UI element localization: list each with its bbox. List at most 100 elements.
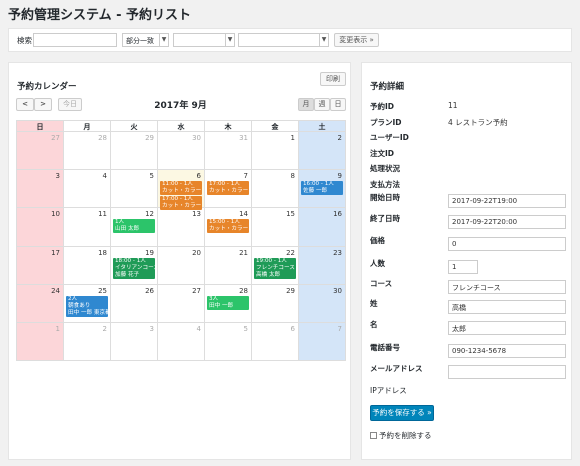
calendar-day[interactable]: 8	[252, 170, 299, 209]
weekday-header-cell: 木	[205, 120, 252, 132]
filter-select-1[interactable]: ▼	[173, 33, 235, 47]
calendar-day[interactable]: 11	[64, 208, 111, 247]
calendar-event[interactable]: 16:00 - 1人 佐藤 一郎	[301, 181, 343, 196]
calendar-day[interactable]: 2	[299, 132, 346, 171]
detail-input[interactable]	[448, 365, 566, 379]
match-select[interactable]: 部分一致 ▼	[122, 33, 169, 47]
day-number: 2	[102, 324, 107, 333]
calendar-day[interactable]: 3	[16, 170, 64, 209]
detail-input[interactable]: 090-1234-5678	[448, 344, 566, 358]
calendar-day[interactable]: 1415:00 - 1人カット・カラー（共）	[205, 208, 252, 247]
change-display-button[interactable]: 変更表示 »	[334, 33, 379, 47]
detail-label: 姓	[370, 299, 378, 308]
day-number: 1	[290, 134, 295, 142]
day-number: 31	[239, 134, 248, 142]
calendar-day[interactable]: 4	[64, 170, 111, 209]
calendar-event[interactable]: 18:00 - 1人 イタリアンコース 加藤 花子	[113, 257, 155, 279]
weekday-header-cell: 日	[16, 120, 64, 132]
calendar-day[interactable]: 12 1人 山田 太郎	[111, 208, 158, 247]
print-button[interactable]: 印刷	[320, 72, 346, 86]
calendar-event[interactable]: 3人 田中 一郎	[207, 295, 249, 310]
delete-checkbox[interactable]	[370, 432, 377, 439]
detail-input[interactable]: フレンチコース	[448, 280, 566, 294]
calendar-day[interactable]: 2	[64, 322, 111, 362]
view-week-button[interactable]: 週	[314, 98, 330, 111]
calendar-day[interactable]: 10	[16, 208, 64, 247]
view-month-button[interactable]: 月	[298, 98, 314, 111]
calendar-event[interactable]: 1人 山田 太郎	[113, 219, 155, 234]
detail-input[interactable]: 太郎	[448, 321, 566, 335]
weekday-header-cell: 火	[111, 120, 158, 132]
calendar-day[interactable]: 20	[158, 246, 205, 285]
calendar-day[interactable]: 17	[16, 246, 64, 285]
detail-input[interactable]: 0	[448, 237, 566, 251]
calendar-event[interactable]: 11:00 - 1人カット・カラー（共）	[160, 181, 202, 196]
day-number: 30	[333, 286, 342, 295]
calendar-day[interactable]: 16	[299, 208, 346, 247]
calendar-day[interactable]: 21	[205, 246, 252, 285]
calendar-day[interactable]: 19 18:00 - 1人 イタリアンコース 加藤 花子	[111, 246, 158, 285]
calendar-event[interactable]: 15:00 - 1人カット・カラー（共）	[207, 219, 249, 234]
calendar-day[interactable]: 13	[158, 208, 205, 247]
calendar-day[interactable]: 29	[252, 284, 299, 323]
event-line: 田中 一郎	[209, 302, 234, 309]
calendar-day[interactable]: 1	[16, 322, 64, 362]
calendar-week: 1 2 3 4 5 6 7	[16, 322, 346, 362]
calendar-day[interactable]: 31	[205, 132, 252, 171]
calendar-day[interactable]: 30	[158, 132, 205, 171]
calendar-day[interactable]: 5	[205, 322, 252, 362]
calendar-panel: 予約カレンダー 印刷 < > 今日 2017年 9月 月 週 日 日月火水木金土…	[8, 62, 351, 460]
event-line: 佐藤 一郎	[303, 188, 328, 195]
calendar-day[interactable]: 3	[111, 322, 158, 362]
calendar-week: 24 25 2人 朝食あり 田中 一郎 東京都 26 27 28 3人 田中 一郎 29 30	[16, 284, 346, 323]
calendar-day[interactable]: 27	[158, 284, 205, 323]
day-number: 13	[192, 210, 201, 219]
calendar-day[interactable]: 22 19:00 - 1人 フレンチコース 高橋 太郎	[252, 246, 299, 285]
event-line: 2人	[68, 295, 78, 302]
calendar-day[interactable]: 611:00 - 1人カット・カラー（共）17:00 - 1人カット・カラー・パ	[158, 170, 205, 211]
calendar-day[interactable]: 18	[64, 246, 111, 285]
calendar-day[interactable]: 23	[299, 246, 346, 285]
detail-input[interactable]: 2017-09-22T19:00	[448, 194, 566, 208]
search-input[interactable]	[33, 33, 117, 47]
detail-input[interactable]: 1	[448, 260, 478, 274]
chevron-down-icon: ▼	[319, 34, 328, 46]
calendar-day[interactable]: 4	[158, 322, 205, 362]
calendar-week: 17 18 19 18:00 - 1人 イタリアンコース 加藤 花子 20 21 22 19:00…	[16, 246, 346, 285]
calendar-day[interactable]: 28 3人 田中 一郎	[205, 284, 252, 323]
detail-label: 終了日時	[370, 214, 400, 223]
calendar-event[interactable]: 2人 朝食あり 田中 一郎 東京都	[66, 295, 108, 317]
event-line: 19:00 - 1人	[256, 257, 287, 264]
save-reservation-button[interactable]: 予約を保存する »	[370, 405, 434, 421]
calendar-day[interactable]: 9 16:00 - 1人 佐藤 一郎	[299, 170, 346, 209]
weekday-header-cell: 金	[252, 120, 299, 132]
calendar-day[interactable]: 27	[16, 132, 64, 171]
detail-input[interactable]: 2017-09-22T20:00	[448, 215, 566, 229]
detail-input[interactable]: 高橋	[448, 300, 566, 314]
day-number: 19	[145, 248, 154, 257]
view-day-button[interactable]: 日	[330, 98, 346, 111]
detail-label: ユーザーID	[370, 133, 409, 142]
delete-reservation-row[interactable]: 予約を削除する	[370, 430, 432, 441]
detail-label: 名	[370, 320, 378, 329]
detail-label: 人数	[370, 259, 385, 268]
detail-label: コース	[370, 279, 393, 288]
calendar-day[interactable]: 7	[299, 322, 346, 362]
calendar-day[interactable]: 30	[299, 284, 346, 323]
calendar-day[interactable]: 1	[252, 132, 299, 171]
calendar-day[interactable]: 5	[111, 170, 158, 209]
calendar-day[interactable]: 6	[252, 322, 299, 362]
calendar-day[interactable]: 15	[252, 208, 299, 247]
filter-select-2[interactable]: ▼	[238, 33, 329, 47]
calendar-title: 予約カレンダー	[17, 82, 77, 92]
calendar-day[interactable]: 26	[111, 284, 158, 323]
calendar-day[interactable]: 24	[16, 284, 64, 323]
calendar-day[interactable]: 7 17:00 - 1人 カット・カラー	[205, 170, 252, 209]
calendar-day[interactable]: 25 2人 朝食あり 田中 一郎 東京都	[64, 284, 111, 323]
calendar-event[interactable]: 17:00 - 1人 カット・カラー	[207, 181, 249, 196]
day-number: 17	[51, 248, 60, 257]
calendar-event[interactable]: 19:00 - 1人 フレンチコース 高橋 太郎	[254, 257, 296, 279]
calendar-day[interactable]: 29	[111, 132, 158, 171]
event-line: カット・カラー（共）	[209, 226, 249, 233]
calendar-day[interactable]: 28	[64, 132, 111, 171]
